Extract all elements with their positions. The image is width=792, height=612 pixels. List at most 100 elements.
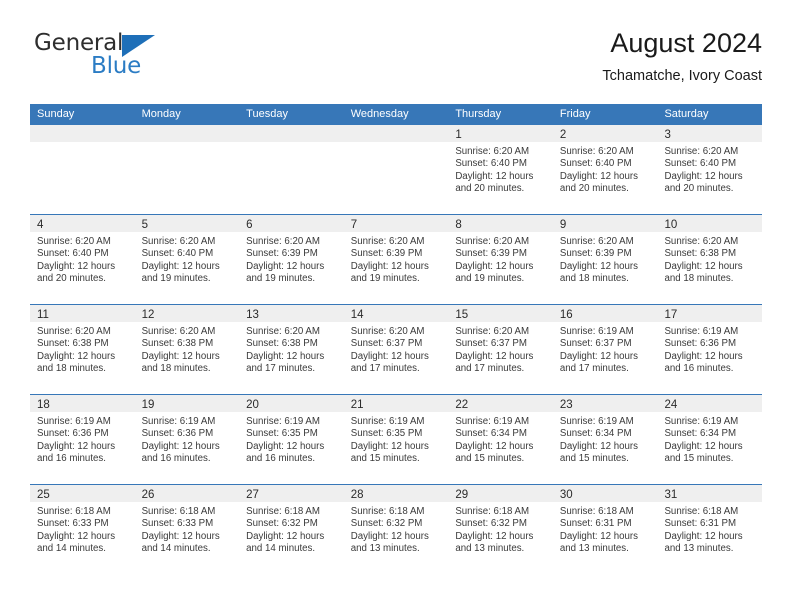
day-info: Sunrise: 6:20 AM Sunset: 6:40 PM Daylight:… (657, 142, 762, 196)
sunrise-text: Sunrise: 6:19 AM (246, 416, 320, 427)
week-row: 25 Sunrise: 6:18 AM Sunset: 6:33 PM Dayligh… (30, 484, 763, 574)
sunset-text: Sunset: 6:33 PM (37, 518, 109, 530)
day-number-band (239, 125, 344, 142)
daylight-text-line2: and 18 minutes. (141, 363, 211, 375)
day-cell[interactable]: 1 Sunrise: 6:20 AM Sunset: 6:40 PM Daylight… (448, 125, 553, 214)
sunset-text: Sunset: 6:40 PM (141, 248, 214, 260)
week-row: 1 Sunrise: 6:20 AM Sunset: 6:40 PM Daylight… (30, 125, 763, 214)
daylight-text-line1: Daylight: 12 hours (559, 260, 638, 272)
day-cell[interactable]: 3 Sunrise: 6:20 AM Sunset: 6:40 PM Daylight… (657, 125, 763, 214)
day-number-band: 26 (134, 485, 240, 502)
day-cell[interactable]: 24 Sunrise: 6:19 AM Sunset: 6:34 PM Dayligh… (657, 395, 763, 484)
daylight-text-line1: Daylight: 12 hours (664, 350, 743, 362)
day-cell[interactable]: 18 Sunrise: 6:19 AM Sunset: 6:36 PM Dayligh… (30, 395, 135, 484)
day-number: 16 (559, 309, 573, 321)
day-cell[interactable]: 7 Sunrise: 6:20 AM Sunset: 6:39 PM Daylight… (343, 215, 449, 304)
day-number: 9 (559, 219, 567, 231)
day-cell[interactable]: 15 Sunrise: 6:20 AM Sunset: 6:37 PM Dayligh… (448, 305, 553, 394)
day-number: 21 (350, 399, 364, 411)
day-info: Sunrise: 6:20 AM Sunset: 6:37 PM Daylight:… (344, 322, 449, 376)
day-cell[interactable]: 19 Sunrise: 6:19 AM Sunset: 6:36 PM Dayligh… (134, 395, 240, 484)
day-number: 10 (664, 219, 678, 231)
daylight-text-line1: Daylight: 12 hours (664, 530, 743, 542)
weekday-header-monday: Monday (141, 108, 181, 120)
day-cell[interactable]: 23 Sunrise: 6:19 AM Sunset: 6:34 PM Dayligh… (552, 395, 658, 484)
daylight-text-line2: and 17 minutes. (559, 363, 629, 375)
sunrise-text: Sunrise: 6:20 AM (559, 146, 634, 157)
day-number-band: 3 (657, 125, 763, 142)
sunrise-text: Sunrise: 6:18 AM (455, 506, 530, 517)
daylight-text-line1: Daylight: 12 hours (37, 260, 116, 272)
sunrise-text: Sunrise: 6:20 AM (246, 236, 320, 247)
day-number: 12 (141, 309, 155, 321)
brand-logo[interactable]: General Blue (34, 30, 214, 86)
day-cell[interactable]: 13 Sunrise: 6:20 AM Sunset: 6:38 PM Dayligh… (239, 305, 344, 394)
day-number-band: 18 (30, 395, 135, 412)
day-cell[interactable]: 20 Sunrise: 6:19 AM Sunset: 6:35 PM Dayligh… (239, 395, 344, 484)
day-number-band (134, 125, 240, 142)
daylight-text-line2: and 14 minutes. (141, 543, 211, 555)
sunrise-text: Sunrise: 6:20 AM (37, 326, 111, 337)
daylight-text-line1: Daylight: 12 hours (350, 530, 429, 542)
sunrise-text: Sunrise: 6:20 AM (246, 326, 320, 337)
day-number: 3 (664, 129, 671, 141)
sunset-text: Sunset: 6:36 PM (141, 428, 214, 440)
sunset-text: Sunset: 6:38 PM (37, 338, 109, 350)
day-cell[interactable]: 12 Sunrise: 6:20 AM Sunset: 6:38 PM Dayligh… (134, 305, 240, 394)
day-cell[interactable]: 31 Sunrise: 6:18 AM Sunset: 6:31 PM Dayligh… (657, 485, 763, 574)
sunset-text: Sunset: 6:31 PM (559, 518, 632, 530)
sunset-text: Sunset: 6:35 PM (246, 428, 318, 440)
day-number: 24 (664, 399, 678, 411)
daylight-text-line2: and 20 minutes. (37, 273, 106, 285)
day-number-band (343, 125, 449, 142)
daylight-text-line2: and 20 minutes. (664, 183, 734, 195)
sunset-text: Sunset: 6:39 PM (559, 248, 632, 260)
day-cell[interactable]: 27 Sunrise: 6:18 AM Sunset: 6:32 PM Dayligh… (239, 485, 344, 574)
daylight-text-line1: Daylight: 12 hours (246, 530, 325, 542)
title-block: August 2024 Tchamatche, Ivory Coast (602, 26, 762, 87)
sunrise-text: Sunrise: 6:20 AM (350, 326, 425, 337)
day-cell[interactable]: 17 Sunrise: 6:19 AM Sunset: 6:36 PM Dayligh… (657, 305, 763, 394)
day-cell[interactable]: 21 Sunrise: 6:19 AM Sunset: 6:35 PM Dayligh… (343, 395, 449, 484)
day-info: Sunrise: 6:20 AM Sunset: 6:39 PM Daylight:… (344, 232, 449, 286)
day-cell[interactable]: 11 Sunrise: 6:20 AM Sunset: 6:38 PM Dayligh… (30, 305, 135, 394)
daylight-text-line1: Daylight: 12 hours (350, 440, 429, 452)
day-cell[interactable]: 5 Sunrise: 6:20 AM Sunset: 6:40 PM Daylight… (134, 215, 240, 304)
daylight-text-line1: Daylight: 12 hours (141, 440, 220, 452)
day-cell[interactable]: 25 Sunrise: 6:18 AM Sunset: 6:33 PM Dayligh… (30, 485, 135, 574)
daylight-text-line2: and 13 minutes. (350, 543, 420, 555)
sunrise-text: Sunrise: 6:20 AM (37, 236, 111, 247)
sunset-text: Sunset: 6:32 PM (246, 518, 318, 530)
daylight-text-line1: Daylight: 12 hours (664, 170, 743, 182)
daylight-text-line2: and 19 minutes. (350, 273, 420, 285)
day-cell[interactable]: 26 Sunrise: 6:18 AM Sunset: 6:33 PM Dayligh… (134, 485, 240, 574)
day-cell[interactable]: 6 Sunrise: 6:20 AM Sunset: 6:39 PM Daylight… (239, 215, 344, 304)
daylight-text-line2: and 19 minutes. (141, 273, 211, 285)
day-info: Sunrise: 6:20 AM Sunset: 6:38 PM Daylight:… (657, 232, 762, 286)
day-cell[interactable]: 16 Sunrise: 6:19 AM Sunset: 6:37 PM Dayligh… (552, 305, 658, 394)
day-cell[interactable]: 10 Sunrise: 6:20 AM Sunset: 6:38 PM Dayligh… (657, 215, 763, 304)
day-cell[interactable]: 2 Sunrise: 6:20 AM Sunset: 6:40 PM Daylight… (552, 125, 658, 214)
sunrise-text: Sunrise: 6:20 AM (350, 236, 425, 247)
day-cell[interactable]: 22 Sunrise: 6:19 AM Sunset: 6:34 PM Dayligh… (448, 395, 553, 484)
daylight-text-line1: Daylight: 12 hours (141, 350, 220, 362)
day-cell-empty (30, 125, 135, 214)
day-number-band: 10 (657, 215, 763, 232)
day-cell[interactable]: 30 Sunrise: 6:18 AM Sunset: 6:31 PM Dayligh… (552, 485, 658, 574)
sunset-text: Sunset: 6:40 PM (455, 158, 527, 170)
calendar-grid: Sunday Monday Tuesday Wednesday Thursday… (30, 104, 763, 574)
day-number-band: 25 (30, 485, 135, 502)
day-cell[interactable]: 4 Sunrise: 6:20 AM Sunset: 6:40 PM Daylight… (30, 215, 135, 304)
day-cell[interactable]: 28 Sunrise: 6:18 AM Sunset: 6:32 PM Dayligh… (343, 485, 449, 574)
day-cell[interactable]: 29 Sunrise: 6:18 AM Sunset: 6:32 PM Dayligh… (448, 485, 553, 574)
day-cell[interactable]: 9 Sunrise: 6:20 AM Sunset: 6:39 PM Daylight… (552, 215, 658, 304)
day-number-band: 13 (239, 305, 344, 322)
day-cell[interactable]: 14 Sunrise: 6:20 AM Sunset: 6:37 PM Dayligh… (343, 305, 449, 394)
day-cell[interactable]: 8 Sunrise: 6:20 AM Sunset: 6:39 PM Daylight… (448, 215, 553, 304)
sunrise-text: Sunrise: 6:19 AM (559, 326, 634, 337)
sunset-text: Sunset: 6:38 PM (664, 248, 737, 260)
day-number-band: 15 (448, 305, 553, 322)
daylight-text-line2: and 16 minutes. (141, 453, 211, 465)
day-number-band: 16 (552, 305, 658, 322)
sunrise-text: Sunrise: 6:20 AM (141, 236, 216, 247)
